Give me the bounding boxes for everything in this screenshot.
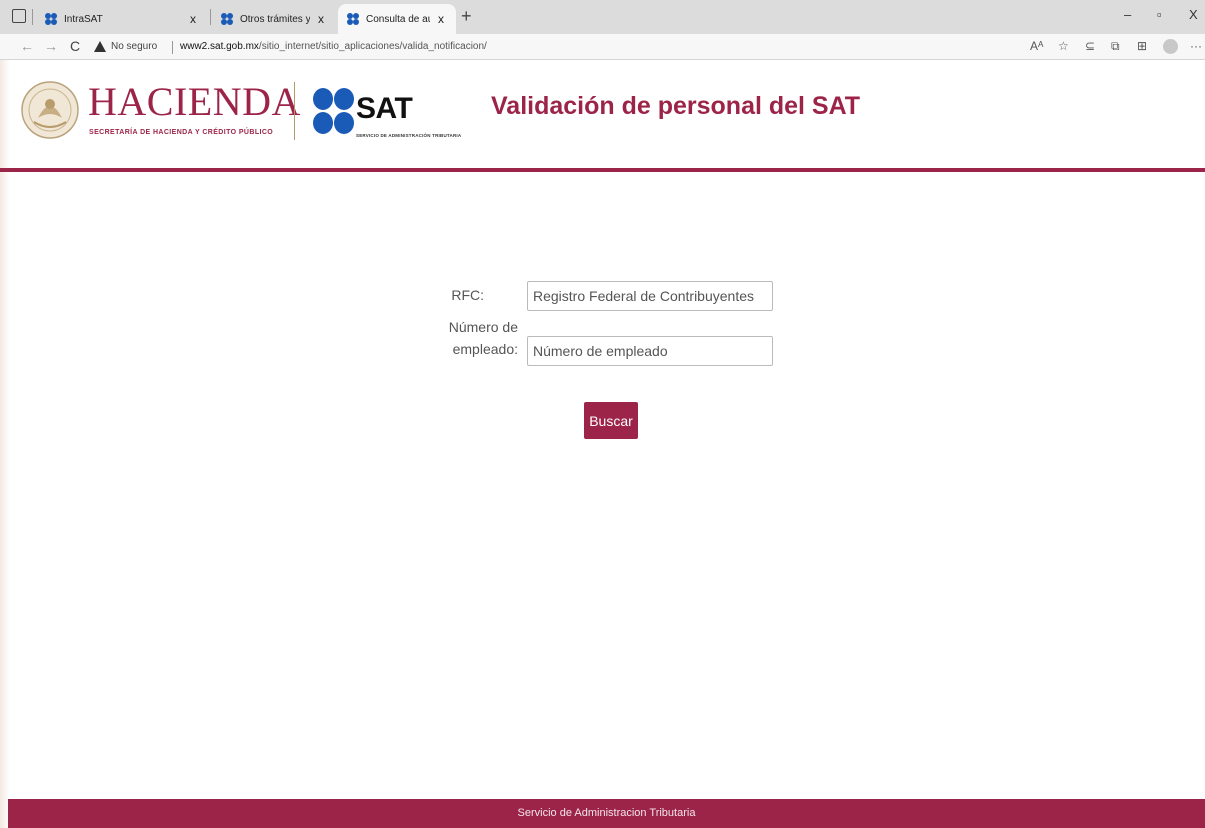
favorites-list-icon[interactable]: ⊆ (1085, 39, 1095, 53)
search-button[interactable]: Buscar (584, 402, 638, 439)
url-path: /sitio_internet/sitio_aplicaciones/valid… (258, 41, 487, 52)
collections-icon[interactable]: ⧉ (1111, 39, 1120, 54)
sat-logo-icon (313, 88, 354, 134)
page-title: Validación de personal del SAT (491, 92, 861, 120)
warning-icon[interactable] (94, 41, 106, 52)
employee-label: Número de empleado: (430, 318, 518, 359)
read-aloud-icon[interactable]: Aᴬ (1030, 39, 1043, 53)
extensions-icon[interactable]: ⊞ (1137, 39, 1147, 53)
tab-title: Otros trámites y servicios - Porta (240, 13, 310, 25)
sat-favicon-icon (45, 13, 57, 25)
browser-tab-bar: IntraSAT x Otros trámites y servicios - … (0, 0, 1205, 34)
tab-consulta-autenticidad[interactable]: Consulta de autenticidad x (338, 4, 456, 34)
tab-close-icon[interactable]: x (186, 12, 200, 26)
sat-favicon-icon (221, 13, 233, 25)
tab-separator (32, 9, 33, 25)
header-divider (0, 168, 1205, 172)
tab-otros-tramites[interactable]: Otros trámites y servicios - Porta x (212, 4, 336, 34)
hacienda-wordmark: HACIENDA (88, 79, 301, 124)
address-bar: ← → C No seguro www2.sat.gob.mx/sitio_in… (0, 34, 1205, 60)
sat-wordmark: SAT (356, 92, 413, 125)
site-header: HACIENDA SECRETARÍA DE HACIENDA Y CRÉDIT… (0, 60, 1205, 172)
hacienda-subtitle: SECRETARÍA DE HACIENDA Y CRÉDITO PÚBLICO (89, 129, 274, 136)
url-separator (172, 41, 173, 54)
minimize-icon[interactable]: – (1124, 7, 1131, 22)
tab-close-icon[interactable]: x (314, 12, 328, 26)
url-domain: www2.sat.gob.mx (180, 41, 259, 52)
reload-icon[interactable]: C (70, 38, 80, 54)
employee-label-line1: Número de (448, 319, 518, 335)
close-window-icon[interactable]: X (1189, 7, 1198, 22)
url-text[interactable]: www2.sat.gob.mx/sitio_internet/sitio_apl… (180, 41, 487, 52)
rfc-input[interactable] (527, 281, 773, 311)
tab-title: IntraSAT (64, 13, 103, 25)
more-menu-icon[interactable]: ··· (1190, 39, 1202, 53)
tab-close-icon[interactable]: x (434, 12, 448, 26)
decorative-edge (0, 60, 10, 828)
site-footer: Servicio de Administracion Tributaria (8, 799, 1205, 828)
restore-icon[interactable]: ▫ (1157, 7, 1162, 22)
tab-intrasat[interactable]: IntraSAT x (36, 4, 208, 34)
new-tab-button[interactable]: + (461, 6, 472, 27)
sat-favicon-icon (347, 13, 359, 25)
tab-actions-icon[interactable] (12, 9, 26, 23)
favorite-icon[interactable]: ☆ (1058, 39, 1069, 53)
employee-label-line2: empleado: (452, 341, 518, 357)
page-content: HACIENDA SECRETARÍA DE HACIENDA Y CRÉDIT… (0, 60, 1205, 828)
logo-separator (294, 82, 295, 140)
employee-number-input[interactable] (527, 336, 773, 366)
forward-icon[interactable]: → (44, 38, 58, 54)
security-label[interactable]: No seguro (111, 41, 157, 52)
sat-subtitle: SERVICIO DE ADMINISTRACIÓN TRIBUTARIA (356, 133, 462, 138)
tab-separator (210, 9, 211, 25)
back-icon[interactable]: ← (20, 38, 34, 54)
rfc-label: RFC: (451, 287, 484, 303)
profile-avatar[interactable] (1163, 39, 1178, 54)
tab-title: Consulta de autenticidad (366, 13, 430, 25)
mexico-seal-icon (21, 81, 79, 139)
